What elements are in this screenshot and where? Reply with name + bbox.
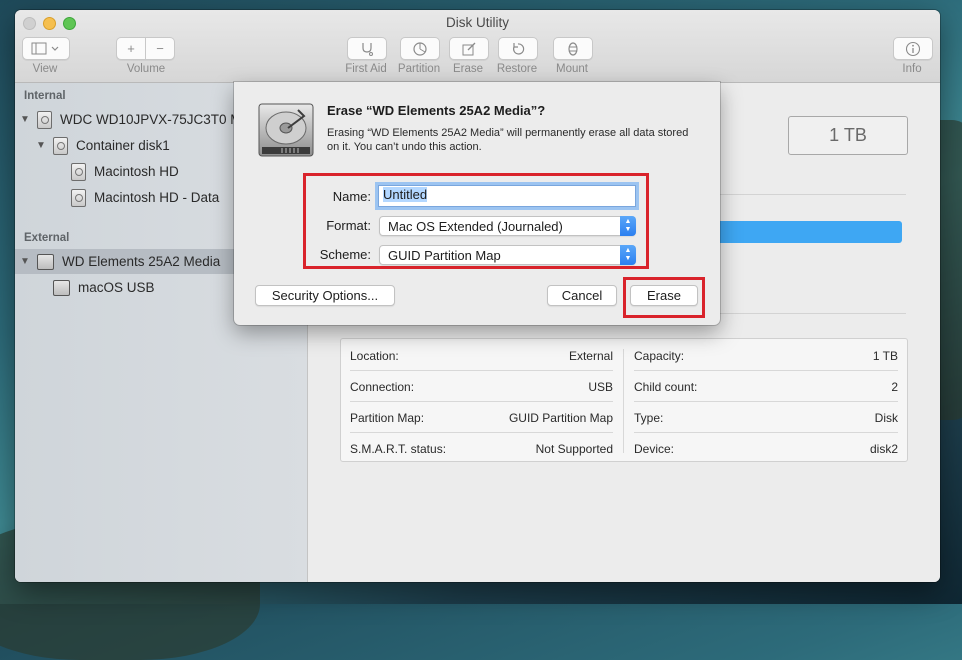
info-value: 1 TB bbox=[872, 349, 898, 363]
info-value: disk2 bbox=[869, 442, 898, 456]
view-label: View bbox=[32, 63, 58, 75]
info-value: 2 bbox=[891, 380, 898, 394]
disclosure-triangle-icon[interactable]: ▼ bbox=[19, 114, 31, 125]
security-options-button[interactable]: Security Options... bbox=[255, 285, 395, 306]
partition-button[interactable] bbox=[400, 37, 440, 60]
sidebar-header-internal: Internal bbox=[24, 90, 66, 102]
erase-control bbox=[449, 37, 489, 60]
info-value: Not Supported bbox=[535, 442, 613, 456]
sidebar-item-label: Container disk1 bbox=[76, 138, 170, 153]
volume-icon bbox=[71, 162, 86, 181]
usage-bar bbox=[720, 221, 902, 243]
info-key: Device: bbox=[634, 442, 675, 456]
capacity-box: 1 TB bbox=[788, 116, 908, 155]
stethoscope-icon bbox=[362, 42, 373, 56]
info-key: Type: bbox=[634, 411, 664, 425]
first-aid-control bbox=[347, 37, 387, 60]
row-divider bbox=[634, 401, 898, 402]
info-value: External bbox=[568, 349, 613, 363]
sidebar-item-label: Macintosh HD - Data bbox=[94, 190, 220, 205]
sidebar-header-external: External bbox=[24, 232, 70, 244]
erase-toolbar-button[interactable] bbox=[449, 37, 489, 60]
scheme-popup[interactable]: GUID Partition Map ▲ ▼ bbox=[379, 245, 636, 265]
info-label: Info bbox=[902, 63, 922, 75]
format-popup[interactable]: Mac OS Extended (Journaled) ▲ ▼ bbox=[379, 216, 636, 236]
volume-label: Volume bbox=[126, 63, 166, 75]
info-key: Child count: bbox=[634, 380, 698, 394]
info-value: USB bbox=[588, 380, 613, 394]
info-key: Connection: bbox=[350, 380, 415, 394]
mount-label: Mount bbox=[556, 63, 588, 75]
sidebar-item-label: WD Elements 25A2 Media bbox=[62, 254, 221, 269]
row-divider bbox=[634, 432, 898, 433]
view-button[interactable] bbox=[22, 37, 70, 60]
view-control[interactable] bbox=[22, 37, 70, 60]
restore-arrow-icon bbox=[513, 42, 525, 55]
container-icon bbox=[53, 136, 68, 155]
name-field-value: Untitled bbox=[383, 187, 428, 202]
mount-button[interactable] bbox=[553, 37, 593, 60]
divider bbox=[720, 313, 906, 314]
mount-control bbox=[553, 37, 593, 60]
info-key: Location: bbox=[350, 349, 399, 363]
erase-button[interactable]: Erase bbox=[630, 285, 698, 306]
dialog-message: Erasing “WD Elements 25A2 Media” will pe… bbox=[327, 127, 689, 153]
hard-drive-icon bbox=[258, 103, 314, 157]
pencil-icon bbox=[462, 42, 476, 55]
hard-disk-icon bbox=[37, 110, 52, 129]
column-divider bbox=[623, 349, 624, 453]
info-control bbox=[893, 37, 933, 60]
restore-control bbox=[498, 37, 538, 60]
first-aid-label: First Aid bbox=[345, 63, 387, 75]
info-key: S.M.A.R.T. status: bbox=[350, 442, 447, 456]
popup-arrows-icon: ▲ ▼ bbox=[620, 216, 636, 236]
restore-button[interactable] bbox=[498, 37, 538, 60]
erase-dialog: Erase “WD Elements 25A2 Media”? Erasing … bbox=[234, 82, 720, 325]
external-volume-icon bbox=[53, 279, 70, 296]
divider bbox=[720, 194, 906, 195]
row-divider bbox=[350, 401, 613, 402]
sidebar-item-label: WDC WD10JPVX-75JC3T0 M bbox=[60, 112, 242, 127]
volume-icon bbox=[71, 188, 86, 207]
info-value: GUID Partition Map bbox=[508, 411, 613, 425]
info-key: Capacity: bbox=[634, 349, 685, 363]
external-disk-icon bbox=[37, 253, 54, 270]
disclosure-triangle-icon[interactable]: ▼ bbox=[19, 256, 31, 267]
info-table: Location: External Capacity: 1 TB Connec… bbox=[340, 338, 908, 462]
info-value: Disk bbox=[874, 411, 898, 425]
pie-chart-icon bbox=[413, 41, 427, 56]
partition-control bbox=[400, 37, 440, 60]
sidebar-view-icon bbox=[31, 42, 59, 54]
first-aid-button[interactable] bbox=[347, 37, 387, 60]
row-divider bbox=[350, 370, 613, 371]
sidebar-item-label: macOS USB bbox=[78, 280, 155, 295]
add-volume-button[interactable]: + bbox=[116, 37, 146, 60]
row-divider bbox=[634, 370, 898, 371]
erase-label: Erase bbox=[452, 63, 484, 75]
format-label: Format: bbox=[326, 218, 371, 233]
info-key: Partition Map: bbox=[350, 411, 425, 425]
remove-volume-button[interactable]: − bbox=[146, 37, 175, 60]
popup-arrows-icon: ▲ ▼ bbox=[620, 245, 636, 265]
row-divider bbox=[350, 432, 613, 433]
scheme-popup-value: GUID Partition Map bbox=[388, 248, 501, 263]
partition-label: Partition bbox=[397, 63, 441, 75]
eject-icon bbox=[568, 41, 578, 56]
info-icon bbox=[905, 41, 921, 56]
scheme-label: Scheme: bbox=[319, 247, 371, 262]
volume-control: + − bbox=[116, 37, 175, 60]
name-label: Name: bbox=[332, 189, 371, 204]
cancel-button[interactable]: Cancel bbox=[547, 285, 617, 306]
dialog-title: Erase “WD Elements 25A2 Media”? bbox=[327, 103, 546, 118]
sidebar-item-label: Macintosh HD bbox=[94, 164, 179, 179]
restore-label: Restore bbox=[496, 63, 538, 75]
disclosure-triangle-icon[interactable]: ▼ bbox=[35, 140, 47, 151]
window-title: Disk Utility bbox=[446, 15, 509, 30]
info-button[interactable] bbox=[893, 37, 933, 60]
name-field[interactable]: Untitled bbox=[378, 185, 636, 207]
toolbar: Disk Utility View + − Volume First Aid P… bbox=[15, 10, 940, 83]
format-popup-value: Mac OS Extended (Journaled) bbox=[388, 219, 563, 234]
